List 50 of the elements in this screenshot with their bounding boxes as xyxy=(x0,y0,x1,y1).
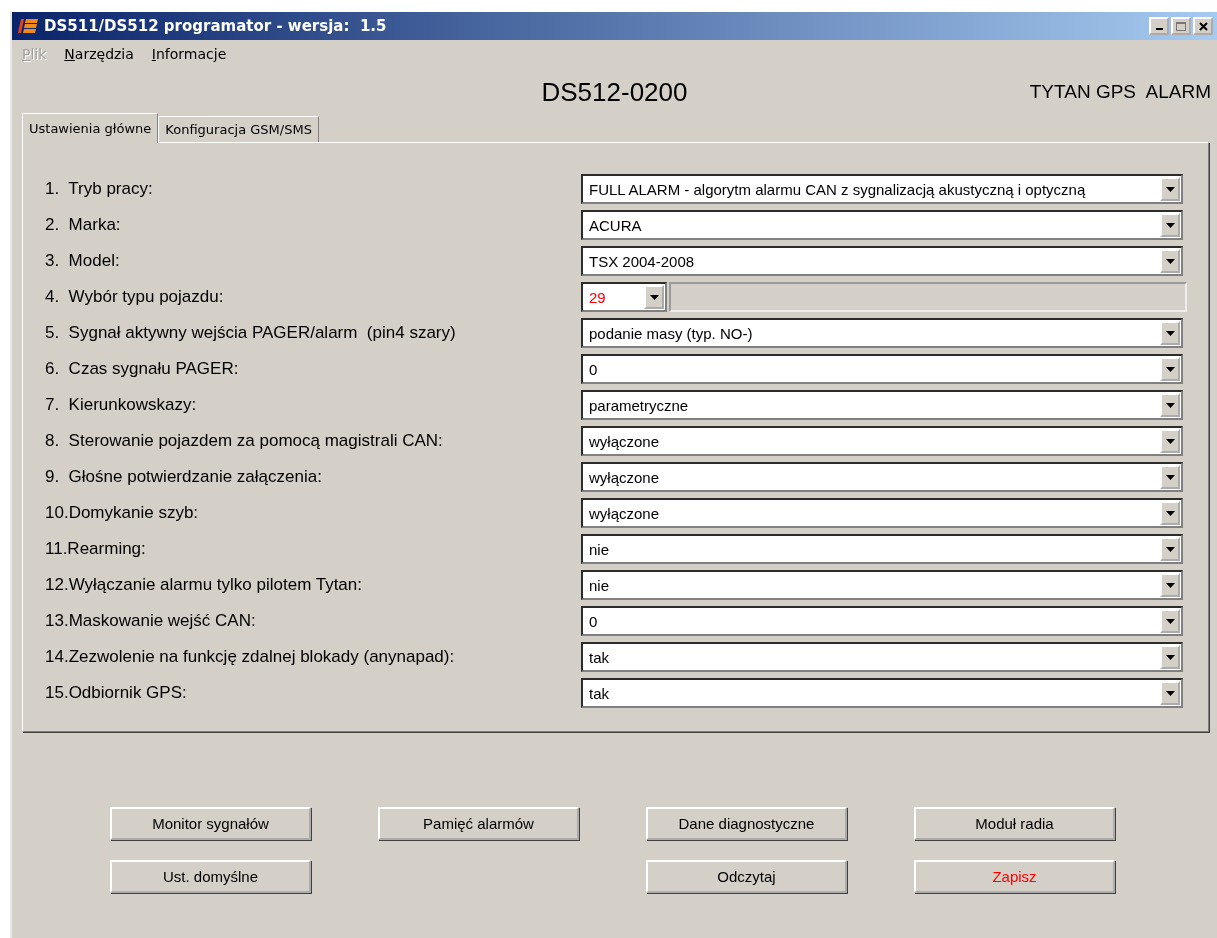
menu-item[interactable]: Narzędzia xyxy=(64,46,134,70)
device-type: TYTAN GPS ALARM xyxy=(1029,81,1211,103)
dropdown[interactable]: TSX 2004-2008 xyxy=(581,246,1183,276)
tab[interactable]: Ustawienia główne xyxy=(22,113,159,143)
setting-label: 2. Marka: xyxy=(45,215,122,235)
setting-label: 4. Wybór typu pojazdu: xyxy=(45,287,225,307)
setting-label: 12.Wyłączanie alarmu tylko pilotem Tytan: xyxy=(45,575,363,595)
setting-label: 14.Zezwolenie na funkcję zdalnej blokady (anynapad): xyxy=(45,647,456,667)
dropdown[interactable]: wyłączone xyxy=(581,498,1183,528)
device-name: DS512-0200 xyxy=(541,76,688,108)
setting-label: 15.Odbiornik GPS: xyxy=(45,683,188,703)
setting-label: 3. Model: xyxy=(45,251,121,271)
maximize-button[interactable] xyxy=(1171,17,1191,35)
dropdown[interactable]: 29 xyxy=(581,282,667,312)
setting-label: 10.Domykanie szyb: xyxy=(45,503,200,523)
setting-label: 9. Głośne potwierdzanie załączenia: xyxy=(45,467,323,487)
tab[interactable]: Konfiguracja GSM/SMS xyxy=(158,116,319,142)
setting-label: 6. Czas sygnału PAGER: xyxy=(45,359,240,379)
setting-label: 11.Rearming: xyxy=(45,539,147,559)
dropdown[interactable]: parametryczne xyxy=(581,390,1183,420)
dropdown[interactable]: nie xyxy=(581,534,1183,564)
dropdown[interactable]: 0 xyxy=(581,354,1183,384)
dropdown[interactable]: wyłączone xyxy=(581,426,1183,456)
dropdown[interactable]: nie xyxy=(581,570,1183,600)
action-button[interactable]: Monitor sygnałów xyxy=(110,807,311,840)
dropdown[interactable]: tak xyxy=(581,642,1183,672)
minimize-icon xyxy=(1155,28,1163,30)
setting-label: 5. Sygnał aktywny wejścia PAGER/alarm (pin4 szary) xyxy=(45,323,457,343)
action-button[interactable]: Odczytaj xyxy=(646,860,847,893)
app-logo-icon xyxy=(18,19,38,33)
close-button[interactable] xyxy=(1193,17,1213,35)
action-button[interactable]: Ust. domyślne xyxy=(110,860,311,893)
dropdown[interactable]: ACURA xyxy=(581,210,1183,240)
dropdown[interactable]: 0 xyxy=(581,606,1183,636)
setting-label: 1. Tryb pracy: xyxy=(45,179,154,199)
dropdown[interactable]: FULL ALARM - algorytm alarmu CAN z sygnalizacją akustyczną i optyczną xyxy=(581,174,1183,204)
setting-label: 7. Kierunkowskazy: xyxy=(45,395,198,415)
maximize-icon xyxy=(1176,21,1186,31)
dropdown[interactable]: tak xyxy=(581,678,1183,708)
dropdown[interactable]: wyłączone xyxy=(581,462,1183,492)
window-title: DS511/DS512 programator - wersja: 1.5 xyxy=(44,17,387,35)
setting-label: 8. Sterowanie pojazdem za pomocą magistrali CAN: xyxy=(45,431,444,451)
action-button[interactable]: Moduł radia xyxy=(914,807,1115,840)
minimize-button[interactable] xyxy=(1149,17,1169,35)
action-button[interactable]: Dane diagnostyczne xyxy=(646,807,847,840)
setting-label: 13.Maskowanie wejść CAN: xyxy=(45,611,257,631)
menu-item[interactable]: Informacje xyxy=(151,46,227,70)
dropdown[interactable]: podanie masy (typ. NO-) xyxy=(581,318,1183,348)
close-icon xyxy=(1198,21,1208,31)
action-button[interactable]: Pamięć alarmów xyxy=(378,807,579,840)
